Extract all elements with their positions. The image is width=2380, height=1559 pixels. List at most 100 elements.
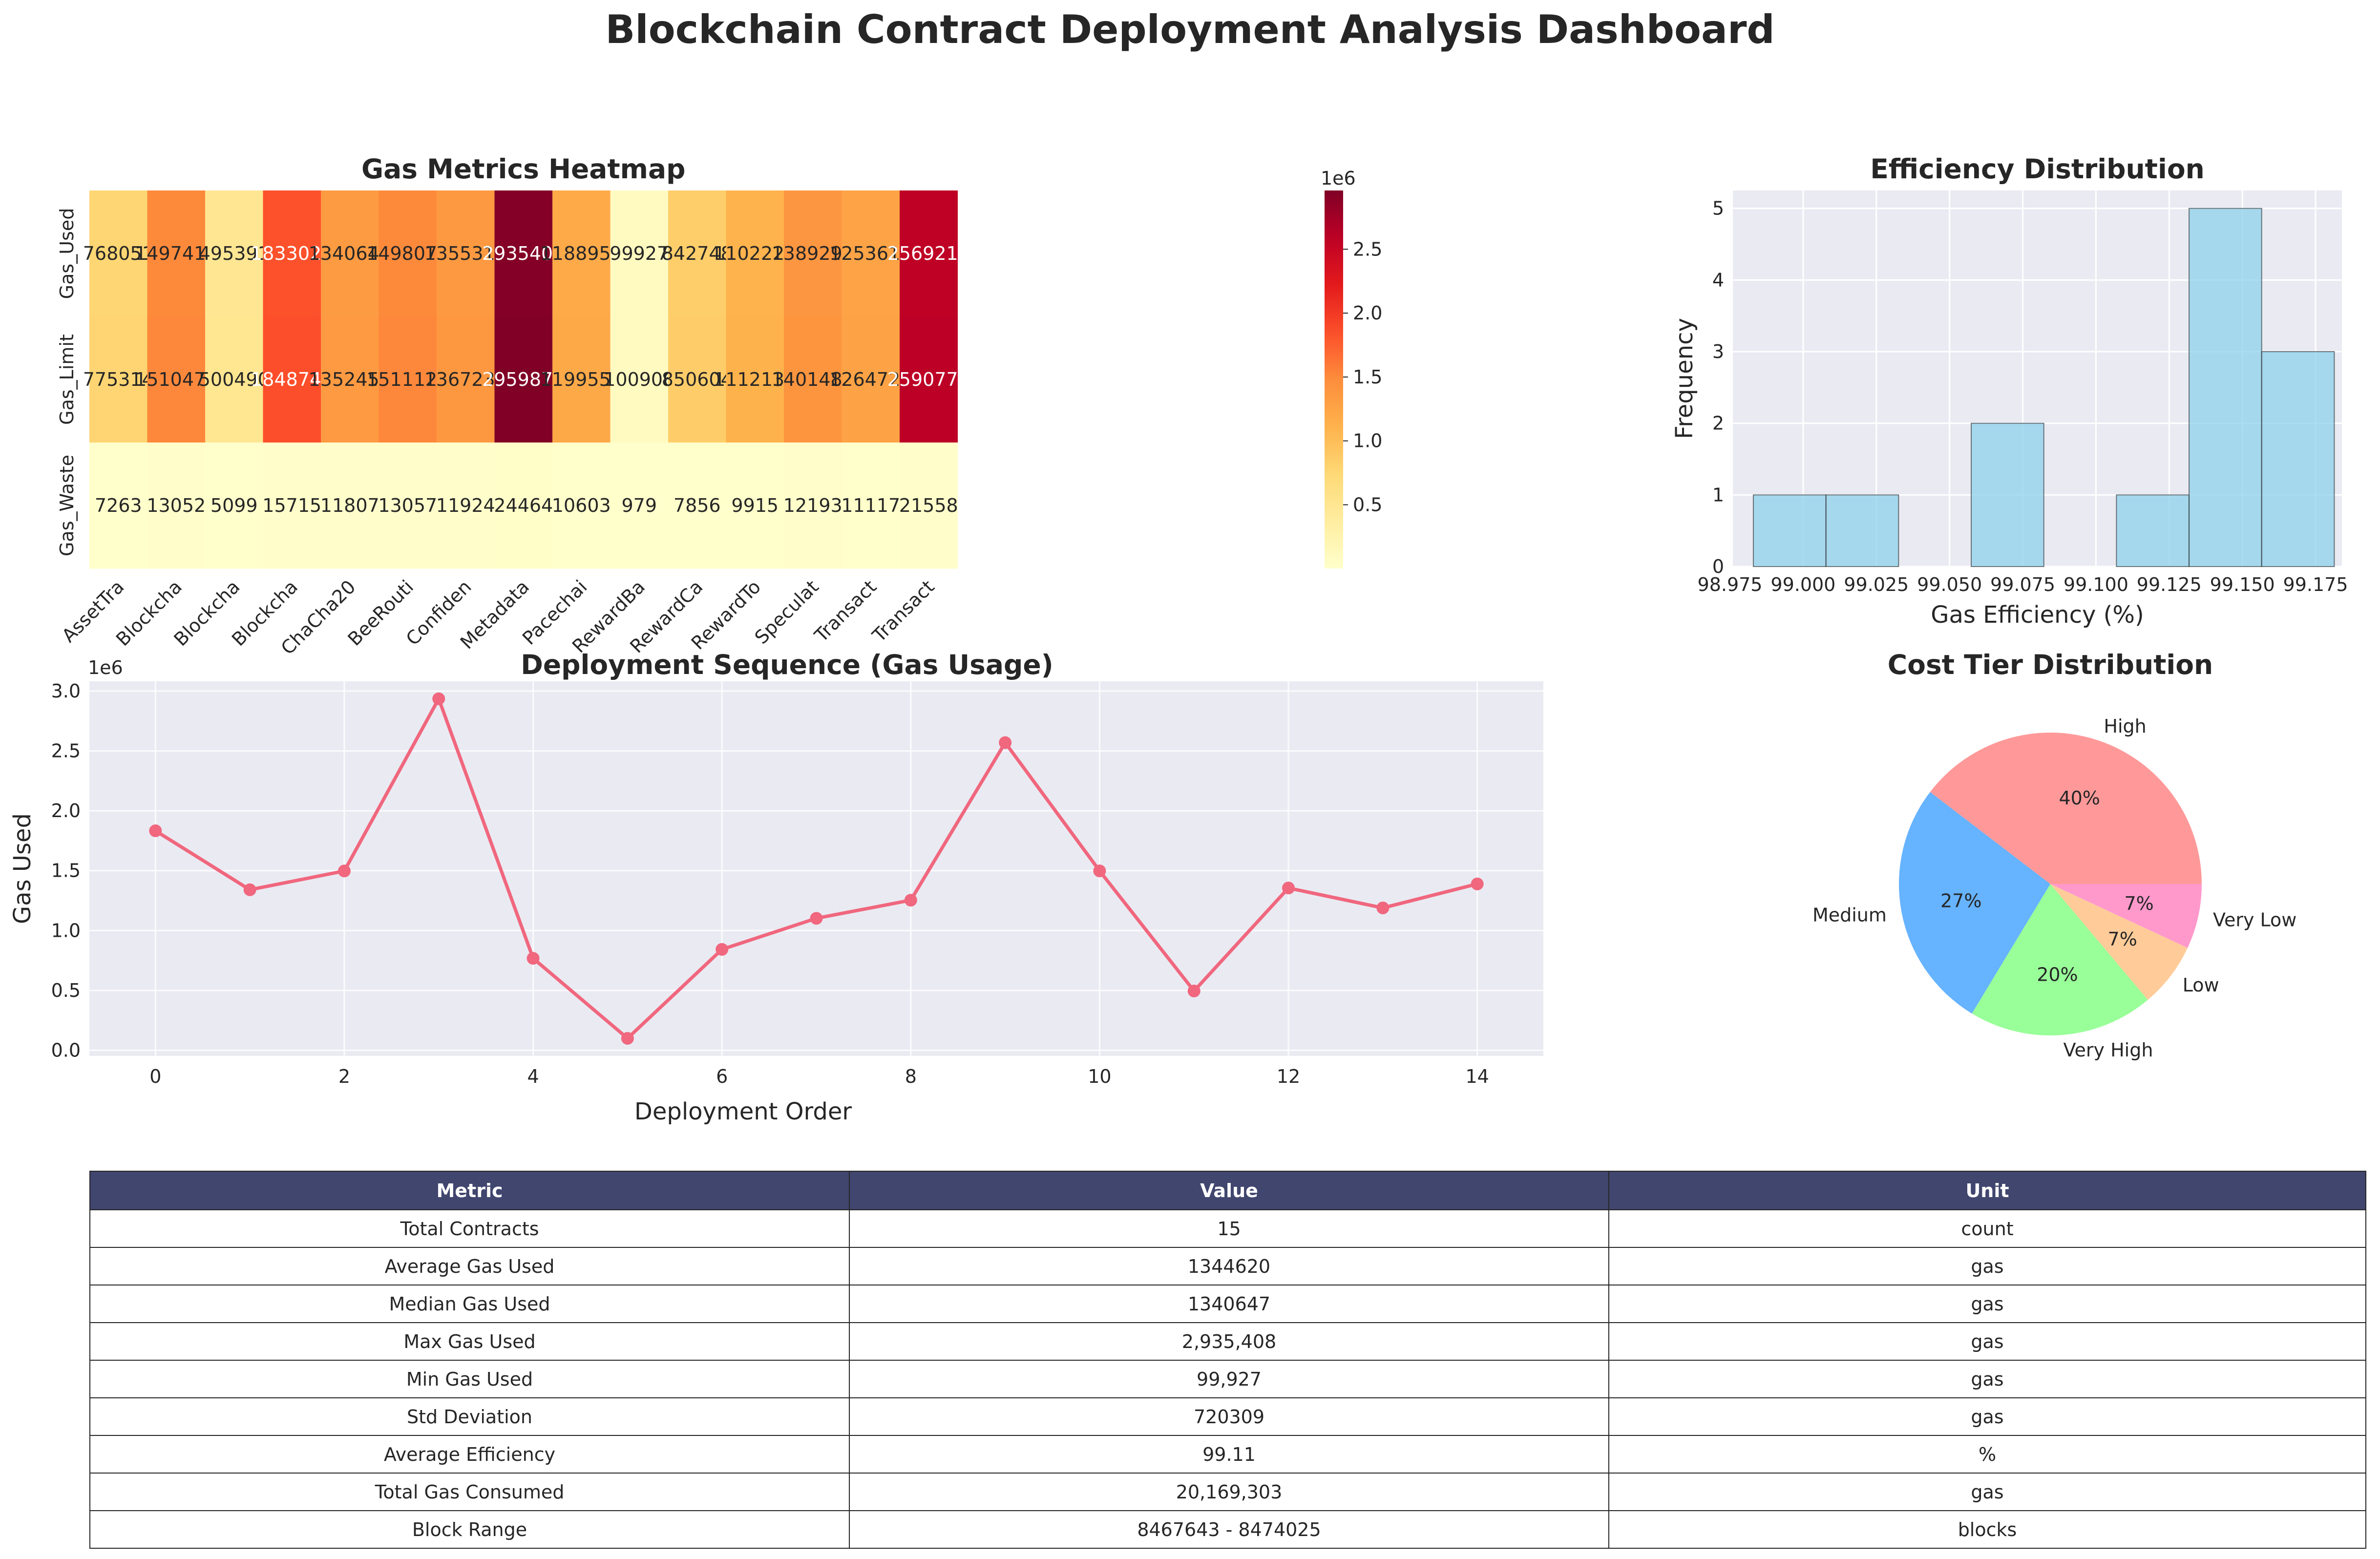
table-row: Block Range 8467643 - 8474025 blocks: [89, 1510, 2366, 1549]
histogram-title: Efficiency Distribution: [1870, 153, 2205, 185]
gas-usage-point: [337, 864, 351, 878]
heatmap-cell-label: 21558: [899, 495, 958, 516]
histogram-bar: [1825, 494, 1899, 567]
gas-usage-point: [1093, 864, 1106, 878]
table-cell: %: [1608, 1435, 2366, 1474]
histogram-bar: [2261, 351, 2335, 567]
pie-percent-label: 20%: [2037, 964, 2078, 985]
table-row: Std Deviation 720309 gas: [89, 1397, 2366, 1436]
table-row: Median Gas Used 1340647 gas: [89, 1285, 2366, 1323]
efficiency-histogram: 98.975 99.000 99.025 99.050 99.075 99.100 99.1…: [1671, 153, 2348, 629]
table-row: Min Gas Used 99,927 gas: [89, 1360, 2366, 1398]
pie-slice-label: High: [2104, 716, 2146, 737]
gas-usage-point: [527, 952, 540, 965]
histogram-x-tick: 99.125: [2137, 574, 2202, 595]
table-cell: Min Gas Used: [89, 1360, 850, 1398]
line-y-tick: 1.5: [51, 860, 81, 882]
histogram-x-tick: 99.025: [1844, 574, 1909, 595]
table-header-cell: Unit: [1608, 1171, 2366, 1210]
histogram-x-label: Gas Efficiency (%): [1931, 601, 2144, 629]
table-cell: 99,927: [849, 1360, 1609, 1398]
pie-percent-label: 27%: [1940, 890, 1981, 912]
table-cell: Std Deviation: [89, 1397, 850, 1436]
heatmap-cell-label: 24464: [494, 495, 553, 516]
gas-usage-point: [716, 943, 729, 956]
histogram-y-tick: 5: [1712, 198, 1724, 219]
table-cell: Average Efficiency: [89, 1435, 850, 1474]
table-cell: gas: [1608, 1473, 2366, 1511]
line-y-label: Gas Used: [9, 813, 36, 924]
table-cell: count: [1608, 1209, 2366, 1248]
heatmap-row-label: Gas_Waste: [56, 455, 78, 556]
cost-tier-pie-chart: Cost Tier Distribution High 40% Medium 27% Ve…: [1812, 649, 2296, 1061]
table-cell: blocks: [1608, 1510, 2366, 1549]
heatmap-cell-label: 11807: [320, 495, 379, 516]
colorbar-tick-label: 1.0: [1353, 430, 1382, 452]
histogram-x-tick: 99.050: [1917, 574, 1982, 595]
table-cell: gas: [1608, 1397, 2366, 1436]
line-x-tick: 12: [1277, 1066, 1300, 1087]
heatmap-cell-label: 10603: [552, 495, 611, 516]
gas-metrics-heatmap: Gas Metrics Heatmap768051149741949539118…: [56, 153, 1382, 659]
line-x-tick: 4: [527, 1066, 539, 1087]
line-y-offset-label: 1e6: [88, 657, 123, 678]
line-y-tick: 2.0: [51, 800, 81, 822]
histogram-x-tick: 99.100: [2064, 574, 2128, 595]
histogram-x-tick: 99.000: [1770, 574, 1835, 595]
line-y-tick: 1.0: [51, 920, 81, 941]
heatmap-cell-label: 99927: [610, 243, 669, 264]
histogram-bar: [1971, 422, 2044, 568]
heatmap-cell-label: 979: [621, 495, 657, 516]
histogram-x-tick: 98.975: [1698, 574, 1763, 595]
gas-usage-point: [432, 692, 445, 705]
heatmap-cell-label: 13057: [378, 495, 437, 516]
table-cell: 20,169,303: [849, 1473, 1609, 1511]
histogram-bar: [2116, 494, 2190, 567]
histogram-y-tick: 2: [1712, 413, 1724, 434]
line-x-tick: 6: [716, 1066, 728, 1087]
histogram-x-tick: 99.075: [1990, 574, 2055, 595]
line-chart-title: Deployment Sequence (Gas Usage): [521, 649, 1053, 680]
table-cell: gas: [1608, 1322, 2366, 1361]
table-header-cell: Metric: [89, 1171, 850, 1210]
heatmap-title: Gas Metrics Heatmap: [361, 153, 685, 185]
colorbar-tick-label: 1.5: [1353, 366, 1382, 388]
line-x-tick: 14: [1466, 1066, 1489, 1087]
line-x-tick: 10: [1088, 1066, 1111, 1087]
line-x-tick: 0: [149, 1066, 161, 1087]
line-x-tick: 8: [905, 1066, 917, 1087]
table-cell: 1344620: [849, 1247, 1609, 1285]
gas-usage-point: [904, 894, 917, 907]
histogram-bar: [2189, 208, 2262, 567]
table-row: Total Gas Consumed 20,169,303 gas: [89, 1473, 2366, 1511]
table-cell: Max Gas Used: [89, 1322, 850, 1361]
line-y-tick: 0.0: [51, 1039, 81, 1061]
line-y-tick: 2.5: [51, 740, 81, 761]
heatmap-cell-label: 11924: [436, 495, 495, 516]
line-x-tick: 2: [338, 1066, 350, 1087]
heatmap-cell-label: 2569216: [887, 243, 970, 264]
table-cell: gas: [1608, 1360, 2366, 1398]
colorbar-tick-label: 2.0: [1353, 302, 1382, 324]
heatmap-cell-label: 11117: [841, 495, 900, 516]
deployment-sequence-chart: 0 2 4 6 8 10 12 14 0.0 0.5 1.0 1.5 2.0 2.5 3.0 Deployme…: [9, 649, 1543, 1125]
heatmap-row-label: Gas_Used: [56, 208, 78, 299]
histogram-bar: [1752, 494, 1827, 567]
line-y-tick: 0.5: [51, 980, 81, 1001]
pie-slice-label: Very Low: [2213, 909, 2296, 931]
table-cell: 720309: [849, 1397, 1609, 1436]
heatmap-cell-label: 12193: [783, 495, 842, 516]
heatmap-cell-label: 7263: [95, 495, 142, 516]
table-cell: Total Gas Consumed: [89, 1473, 850, 1511]
gas-usage-point: [149, 824, 162, 838]
table-cell: 1340647: [849, 1285, 1609, 1323]
summary-statistics-table: Metric Value Unit Total Contracts 15 count Av…: [89, 1171, 2366, 1549]
gas-usage-point: [1471, 877, 1484, 890]
colorbar-tick-label: 0.5: [1353, 494, 1382, 515]
line-y-tick: 3.0: [51, 680, 81, 702]
pie-percent-label: 7%: [2124, 893, 2153, 914]
table-header-cell: Value: [849, 1171, 1609, 1210]
table-cell: 8467643 - 8474025: [849, 1510, 1609, 1549]
histogram-y-tick: 4: [1712, 269, 1724, 291]
line-x-label: Deployment Order: [634, 1098, 852, 1125]
